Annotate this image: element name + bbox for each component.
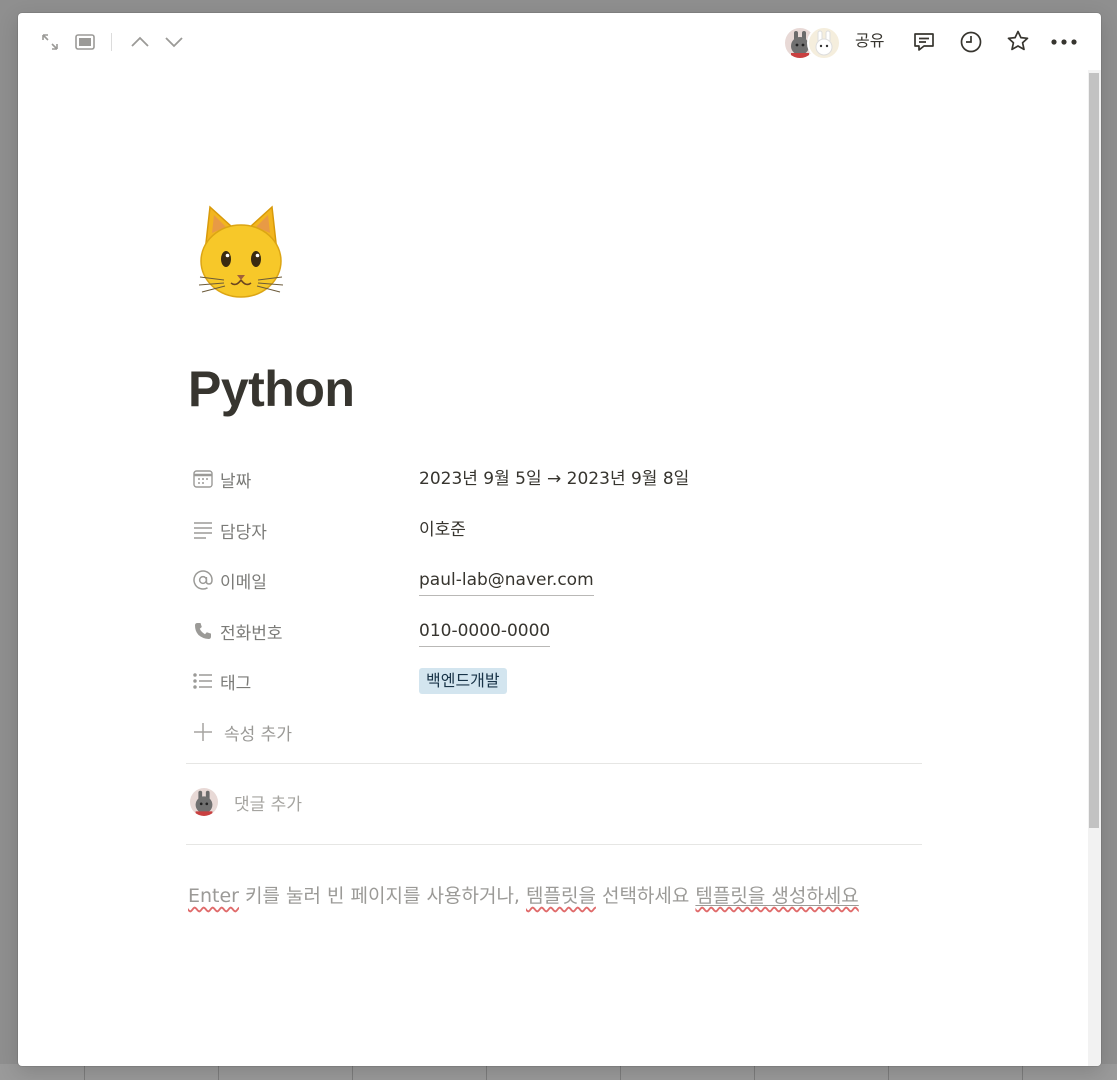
assignee-value[interactable]: 이호준 [419,515,466,545]
comment-icon[interactable] [910,28,938,56]
property-label[interactable]: 태그 [192,664,251,698]
cat-face-emoji-icon[interactable] [196,203,286,303]
create-template-link[interactable]: 템플릿을 생성하세요 [695,885,858,907]
plus-icon [192,721,214,743]
date-value[interactable]: 2023년 9월 5일 → 2023년 9월 8일 [419,464,689,494]
property-row-phone[interactable]: 전화번호 010-0000-0000 [186,609,922,653]
hint-text: 키를 눌러 빈 페이지를 사용하거나, [239,885,526,907]
collaborator-avatars[interactable] [783,26,841,60]
property-label-text: 날짜 [220,471,252,492]
phone-icon [192,620,214,642]
calendar-icon [192,468,214,490]
divider [186,763,922,764]
chevron-up-icon[interactable] [128,30,152,54]
property-label[interactable]: 이메일 [192,563,267,597]
template-select-link[interactable]: 템플릿을 [526,885,596,907]
comment-input[interactable]: 댓글 추가 [234,790,302,815]
add-property-button[interactable]: 속성 추가 [186,710,922,754]
property-label[interactable]: 날짜 [192,462,251,496]
list-icon [192,670,214,692]
background-table-strip [0,1064,1117,1080]
property-label-text: 담당자 [220,522,267,543]
hint-text: 선택하세요 [595,885,696,907]
more-icon[interactable] [1048,28,1080,56]
tag-badge[interactable]: 백엔드개발 [419,668,507,694]
page-peek-modal: 공유 Python 날짜 2023년 9월 5일 → 2023년 9월 8일 담… [18,13,1101,1066]
add-property-label[interactable]: 속성 추가 [192,715,292,749]
text-lines-icon [192,519,214,541]
chevron-down-icon[interactable] [162,30,186,54]
empty-page-hint: Enter 키를 눌러 빈 페이지를 사용하거나, 템플릿을 선택하세요 템플릿… [188,881,859,908]
property-label-text: 이메일 [220,572,267,593]
property-label-text: 태그 [220,673,252,694]
side-peek-icon[interactable] [73,31,97,53]
star-icon[interactable] [1004,27,1032,55]
expand-icon[interactable] [38,31,62,53]
scrollbar-thumb[interactable] [1089,73,1099,828]
email-link[interactable]: paul-lab@naver.com [419,565,594,596]
add-comment-row[interactable]: 댓글 추가 [190,788,302,816]
add-property-text: 속성 추가 [224,724,292,745]
property-label-text: 전화번호 [220,623,283,644]
topbar: 공유 [18,13,1101,70]
tags-value[interactable]: 백엔드개발 [419,666,507,696]
property-label[interactable]: 담당자 [192,513,267,547]
at-icon [192,569,214,591]
toolbar-divider [111,33,112,51]
property-row-tags[interactable]: 태그 백엔드개발 [186,659,922,703]
avatar [807,26,841,60]
divider [186,844,922,845]
share-button[interactable]: 공유 [851,28,888,54]
property-row-date[interactable]: 날짜 2023년 9월 5일 → 2023년 9월 8일 [186,457,922,501]
enter-key-text: Enter [188,885,239,907]
avatar [190,788,218,816]
phone-link[interactable]: 010-0000-0000 [419,616,551,647]
property-row-assignee[interactable]: 담당자 이호준 [186,508,922,552]
property-row-email[interactable]: 이메일 paul-lab@naver.com [186,558,922,602]
page-title[interactable]: Python [188,359,355,419]
property-label[interactable]: 전화번호 [192,614,283,648]
clock-icon[interactable] [957,28,985,56]
